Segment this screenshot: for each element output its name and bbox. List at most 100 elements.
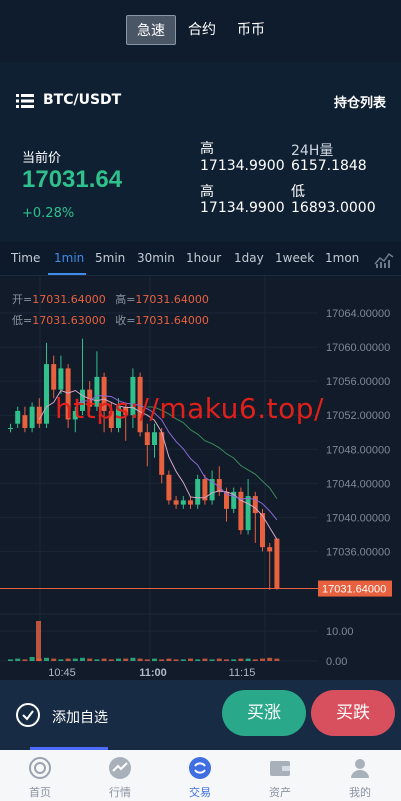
volume-bar [173, 659, 179, 661]
tab-spot[interactable]: 币币 [230, 15, 272, 45]
y-tick-label: 17052.00000 [326, 410, 390, 422]
volume-value: 6157.1848 [291, 158, 367, 174]
low-value: 16893.0000 [291, 200, 376, 216]
x-tick-label: 10:45 [48, 667, 76, 679]
volume-bar [195, 659, 201, 661]
volume-bar [180, 659, 186, 661]
nav-market[interactable]: 行情 [80, 750, 160, 801]
high2-label: 高 [200, 184, 214, 200]
volume-bar [209, 659, 215, 661]
interval-1mon[interactable]: 1mon [325, 251, 359, 265]
volume-tick-label: 10.00 [326, 626, 354, 638]
tab-quick[interactable]: 急速 [126, 15, 176, 45]
volume-bar [108, 659, 114, 661]
volume-bar [58, 659, 64, 661]
candle-body [238, 491, 244, 531]
kline-chart[interactable]: 17064.00000 17060.00000 17056.00000 17052.0… [0, 276, 401, 680]
nav-market-label: 行情 [109, 786, 131, 799]
nav-profile[interactable]: 我的 [320, 750, 400, 801]
watermark-text: https://maku6.top/ [55, 392, 324, 425]
candle-body [195, 479, 201, 505]
candle-body [173, 500, 179, 505]
interval-1min[interactable]: 1min [54, 251, 84, 265]
volume-bar [22, 659, 28, 661]
tab-contract[interactable]: 合约 [182, 15, 222, 45]
volume-bar [72, 658, 78, 661]
volume-bar [137, 658, 143, 661]
pair-title[interactable]: BTC/USDT [43, 92, 121, 108]
volume-bar [152, 658, 157, 661]
volume-bar [260, 658, 265, 661]
high-ohlc-label: 高= [115, 293, 136, 306]
volume-bar [245, 658, 251, 661]
positions-link[interactable]: 持仓列表 [334, 92, 386, 111]
interval-1week[interactable]: 1week [275, 251, 314, 265]
bottom-nav: 首页 行情 交易 资产 我的 [0, 750, 401, 801]
price-change: +0.28% [22, 206, 75, 221]
candle-body [166, 474, 172, 501]
y-tick-label: 17056.00000 [326, 376, 390, 388]
volume-bar [224, 659, 229, 661]
interval-time[interactable]: Time [11, 251, 40, 265]
y-tick-label: 17044.00000 [326, 478, 390, 490]
nav-profile-label: 我的 [349, 786, 371, 799]
buy-down-button[interactable]: 买跌 [311, 690, 395, 736]
candle-body [8, 427, 13, 429]
volume-label: 24H量 [291, 143, 334, 159]
volume-bar [238, 658, 244, 661]
volume-bar [15, 658, 21, 661]
high2-value: 17134.9900 [200, 200, 285, 216]
volume-bar [87, 658, 93, 661]
volume-bar [202, 658, 208, 661]
volume-bar [36, 621, 41, 661]
interval-5min[interactable]: 5min [95, 251, 125, 265]
nav-assets[interactable]: 资产 [240, 750, 320, 801]
candle-body [245, 496, 251, 531]
volume-bar [51, 658, 57, 661]
high-label: 高 [200, 141, 214, 157]
low-label: 低 [291, 184, 305, 200]
volume-bar [267, 657, 273, 661]
candle-body [29, 406, 35, 428]
interval-30min[interactable]: 30min [137, 251, 175, 265]
open-value: 17031.64000 [32, 293, 106, 306]
current-price: 17031.64 [22, 166, 123, 193]
volume-bar [274, 658, 280, 661]
low-ohlc-value: 17031.63000 [32, 314, 106, 327]
buy-up-button[interactable]: 买涨 [222, 690, 306, 736]
volume-bar [123, 658, 129, 661]
trade-icon [189, 757, 211, 779]
interval-1hour[interactable]: 1hour [186, 251, 221, 265]
candle-body [180, 500, 186, 505]
volume-bar [8, 659, 13, 661]
y-tick-label: 17060.00000 [326, 342, 390, 354]
list-icon[interactable] [16, 94, 34, 108]
y-tick-label: 17064.00000 [326, 308, 390, 320]
check-icon[interactable] [16, 703, 40, 727]
market-icon [109, 757, 131, 779]
candle-body [152, 432, 157, 445]
low-ohlc-label: 低= [12, 314, 33, 327]
top-bar: 急速 合约 币币 [0, 0, 401, 62]
add-favorite-label[interactable]: 添加自选 [52, 707, 108, 727]
volume-bar [44, 657, 49, 661]
indicator-icon[interactable] [374, 250, 394, 268]
ohlc-row-2: 低=17031.63000 收=17031.64000 [12, 312, 209, 328]
candle-body [267, 547, 273, 552]
y-tick-label: 17036.00000 [326, 546, 390, 558]
volume-bar [252, 659, 258, 661]
volume-bar [159, 659, 165, 661]
close-value: 17031.64000 [135, 314, 209, 327]
y-tick-label: 17040.00000 [326, 512, 390, 524]
interval-1day[interactable]: 1day [234, 251, 264, 265]
active-interval-underline [48, 273, 86, 275]
nav-trade-label: 交易 [189, 786, 211, 799]
volume-bar [94, 659, 100, 661]
home-icon [29, 757, 51, 779]
nav-home[interactable]: 首页 [0, 750, 80, 801]
user-icon [351, 759, 369, 778]
volume-bar [166, 658, 172, 661]
nav-trade[interactable]: 交易 [160, 750, 240, 801]
nav-assets-label: 资产 [269, 786, 291, 799]
wallet-icon [270, 761, 290, 776]
